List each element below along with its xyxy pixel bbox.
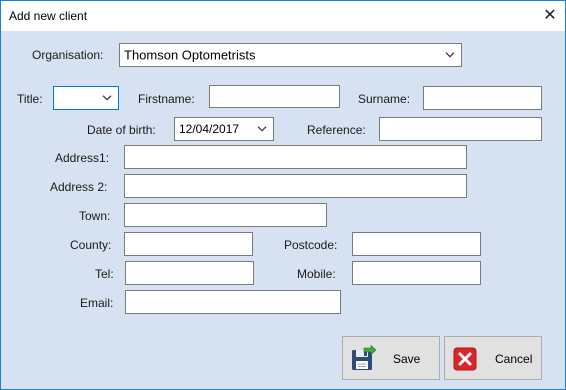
email-input[interactable] [125, 290, 341, 314]
tel-label: Tel: [95, 267, 114, 281]
mobile-label: Mobile: [297, 267, 336, 281]
postcode-label: Postcode: [284, 238, 338, 252]
dob-label: Date of birth: [87, 123, 156, 137]
surname-label: Surname: [358, 92, 411, 106]
title-bar: Add new client ✕ [1, 1, 565, 31]
address1-label: Address1: [55, 151, 110, 165]
organisation-value: Thomson Optometrists [124, 47, 256, 63]
reference-input[interactable] [379, 117, 542, 141]
organisation-label: Organisation: [32, 48, 104, 62]
address2-label: Address 2: [50, 180, 108, 194]
close-icon[interactable]: ✕ [535, 1, 565, 31]
firstname-label: Firstname: [138, 92, 195, 106]
address2-input[interactable] [124, 174, 467, 198]
window-title: Add new client [9, 9, 88, 23]
postcode-input[interactable] [352, 232, 481, 256]
reference-label: Reference: [307, 123, 366, 137]
save-label: Save [393, 352, 421, 366]
save-button[interactable]: Save [342, 336, 440, 380]
cancel-label: Cancel [495, 352, 533, 366]
town-input[interactable] [124, 203, 327, 227]
cancel-button[interactable]: Cancel [444, 336, 542, 380]
county-input[interactable] [124, 232, 253, 256]
email-label: Email: [80, 296, 114, 310]
dob-value: 12/04/2017 [179, 122, 240, 136]
mobile-input[interactable] [352, 261, 481, 285]
chevron-down-icon [445, 52, 455, 58]
title-label: Title: [17, 92, 43, 106]
firstname-input[interactable] [209, 85, 340, 108]
add-client-dialog: Add new client ✕ Organisation: Thomson O… [0, 0, 566, 390]
town-label: Town: [79, 209, 111, 223]
surname-input[interactable] [423, 86, 542, 110]
county-label: County: [70, 238, 112, 252]
tel-input[interactable] [125, 261, 254, 285]
chevron-down-icon [257, 126, 267, 132]
organisation-select[interactable]: Thomson Optometrists [119, 43, 462, 67]
dob-picker[interactable]: 12/04/2017 [174, 117, 274, 141]
cancel-x-icon [453, 347, 477, 371]
chevron-down-icon [102, 95, 112, 101]
save-floppy-icon [352, 345, 377, 370]
address1-input[interactable] [124, 145, 467, 169]
title-select[interactable] [53, 86, 119, 110]
